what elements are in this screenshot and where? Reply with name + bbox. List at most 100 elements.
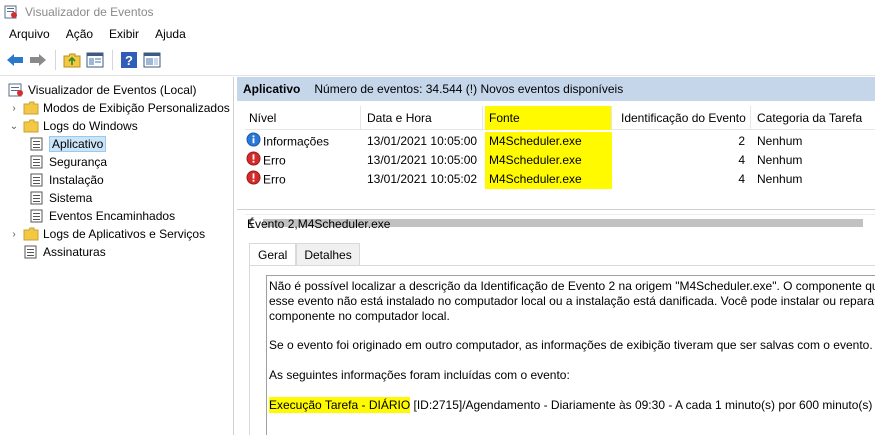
menu-ajuda[interactable]: Ajuda xyxy=(146,24,193,44)
source-cell: M4Scheduler.exe xyxy=(485,170,612,189)
tree-label: Instalação xyxy=(49,173,104,187)
execution-line: Execução Tarefa - DIÁRIO [ID:2715]/Agend… xyxy=(269,397,875,413)
log-icon xyxy=(29,137,45,151)
column-header-id-evento[interactable]: Identificação do Evento xyxy=(617,106,751,130)
date-cell: 13/01/2021 10:05:00 xyxy=(367,153,478,167)
level-cell: Erro xyxy=(245,151,361,170)
help-icon[interactable]: ? xyxy=(118,49,140,71)
column-header-data-hora[interactable]: Data e Hora xyxy=(363,106,483,130)
tree-label: Logs do Windows xyxy=(43,119,138,133)
show-hide-tree-icon[interactable] xyxy=(84,49,106,71)
window-title: Visualizador de Eventos xyxy=(25,5,154,19)
column-header-categoria[interactable]: Categoria da Tarefa xyxy=(753,106,875,130)
log-icon xyxy=(29,155,45,169)
category-cell: Nenhum xyxy=(757,134,803,148)
menu-arquivo[interactable]: Arquivo xyxy=(0,24,57,44)
level-cell: Informações xyxy=(245,132,361,151)
category-cell: Nenhum xyxy=(757,172,803,186)
tree-item-instalacao[interactable]: Instalação xyxy=(29,171,104,189)
level-text: Erro xyxy=(263,153,286,168)
tree-item-windows-logs[interactable]: ⌄ Logs do Windows xyxy=(8,117,138,135)
tree-item-sistema[interactable]: Sistema xyxy=(29,189,92,207)
chevron-down-icon[interactable]: ⌄ xyxy=(8,121,20,132)
tree-item-seguranca[interactable]: Segurança xyxy=(29,153,107,171)
level-text: Informações xyxy=(263,134,330,149)
menu-bar: Arquivo Ação Exibir Ajuda xyxy=(0,24,875,44)
folder-icon xyxy=(23,119,39,133)
action-pane-icon[interactable] xyxy=(141,49,163,71)
folder-icon xyxy=(23,227,39,241)
tab-geral[interactable]: Geral xyxy=(249,243,297,266)
tree-item-aplicativo[interactable]: Aplicativo xyxy=(29,135,107,153)
level-text: Erro xyxy=(263,172,286,187)
folder-up-icon[interactable] xyxy=(61,49,83,71)
column-header-nivel[interactable]: Nível xyxy=(245,106,361,130)
tree-label: Segurança xyxy=(49,155,108,169)
highlighted-task-name: Execução Tarefa - DIÁRIO xyxy=(269,397,411,413)
tree-item-encaminhados[interactable]: Eventos Encaminhados xyxy=(29,207,175,225)
event-description: Não é possível localizar a descrição da … xyxy=(266,275,875,435)
source-cell: M4Scheduler.exe xyxy=(485,132,612,151)
forward-arrow-icon[interactable] xyxy=(27,49,49,71)
panel-title: Aplicativo xyxy=(243,82,301,96)
log-icon xyxy=(29,191,45,205)
description-line: Não é possível localizar a descrição da … xyxy=(269,279,875,293)
menu-acao[interactable]: Ação xyxy=(57,24,100,44)
event-id-cell: 2 xyxy=(738,134,745,148)
main-panel: Aplicativo Número de eventos: 34.544 (!)… xyxy=(237,77,875,435)
event-count-info: Número de eventos: 34.544 (!) Novos even… xyxy=(314,82,624,96)
tree-item-assinaturas[interactable]: Assinaturas xyxy=(23,243,106,261)
event-id-cell: 4 xyxy=(738,153,745,167)
description-line: esse evento não está instalado no comput… xyxy=(269,294,875,308)
event-detail-title: Evento 2,M4Scheduler.exe xyxy=(247,217,391,231)
description-paragraph: Não é possível localizar a descrição da … xyxy=(269,279,875,324)
chevron-right-icon[interactable]: › xyxy=(8,103,20,114)
description-line: componente no computador local. xyxy=(269,309,450,323)
menu-exibir[interactable]: Exibir xyxy=(100,24,146,44)
title-bar: Visualizador de Eventos xyxy=(0,0,875,24)
tab-body: Não é possível localizar a descrição da … xyxy=(249,265,875,435)
table-row[interactable]: Erro 13/01/2021 10:05:02 M4Scheduler.exe… xyxy=(245,170,875,189)
event-viewer-icon xyxy=(8,83,24,97)
date-cell: 13/01/2021 10:05:02 xyxy=(367,172,478,186)
chevron-right-icon[interactable]: › xyxy=(8,229,20,240)
toolbar-separator xyxy=(112,49,113,70)
table-header: Nível Data e Hora Fonte Identificação do… xyxy=(245,106,875,130)
description-paragraph: Se o evento foi originado em outro compu… xyxy=(269,338,873,352)
date-cell: 13/01/2021 10:05:00 xyxy=(367,134,478,148)
tree-label: Logs de Aplicativos e Serviços xyxy=(43,227,206,241)
source-cell: M4Scheduler.exe xyxy=(485,151,612,170)
toolbar: ? xyxy=(0,44,875,76)
folder-icon xyxy=(23,101,39,115)
level-cell: Erro xyxy=(245,170,361,189)
back-arrow-icon[interactable] xyxy=(4,49,26,71)
error-icon xyxy=(246,151,261,172)
table-row[interactable]: Erro 13/01/2021 10:05:00 M4Scheduler.exe… xyxy=(245,151,875,170)
category-cell: Nenhum xyxy=(757,153,803,167)
tree-label: Visualizador de Eventos (Local) xyxy=(28,83,197,97)
tree-label: Eventos Encaminhados xyxy=(49,209,176,223)
execution-details: [ID:2715]/Agendamento - Diariamente às 0… xyxy=(410,398,875,412)
navigation-tree: Visualizador de Eventos (Local) › Modos … xyxy=(0,77,234,435)
tree-label: Assinaturas xyxy=(43,245,106,259)
event-viewer-app-icon xyxy=(4,5,18,19)
detail-tabs: Geral Detalhes xyxy=(249,243,360,266)
error-icon xyxy=(246,170,261,191)
tree-item-custom-views[interactable]: › Modos de Exibição Personalizados xyxy=(8,99,230,117)
tree-label: Modos de Exibição Personalizados xyxy=(43,101,230,115)
subscriptions-icon xyxy=(23,245,39,259)
table-row[interactable]: Informações 13/01/2021 10:05:00 M4Schedu… xyxy=(245,132,875,151)
tree-label: Aplicativo xyxy=(49,136,107,152)
event-detail-pane: Evento 2,M4Scheduler.exe Geral Detalhes … xyxy=(237,209,875,435)
info-icon xyxy=(246,132,261,153)
tree-item-root[interactable]: Visualizador de Eventos (Local) xyxy=(8,81,197,99)
description-paragraph: As seguintes informações foram incluídas… xyxy=(269,368,570,382)
column-header-fonte[interactable]: Fonte xyxy=(485,106,612,130)
tree-label: Sistema xyxy=(49,191,93,205)
log-icon xyxy=(29,173,45,187)
tab-detalhes[interactable]: Detalhes xyxy=(296,243,360,265)
tree-item-apps-services[interactable]: › Logs de Aplicativos e Serviços xyxy=(8,225,205,243)
panel-header: Aplicativo Número de eventos: 34.544 (!)… xyxy=(237,77,875,101)
svg-text:?: ? xyxy=(125,53,133,68)
event-id-cell: 4 xyxy=(738,172,745,186)
